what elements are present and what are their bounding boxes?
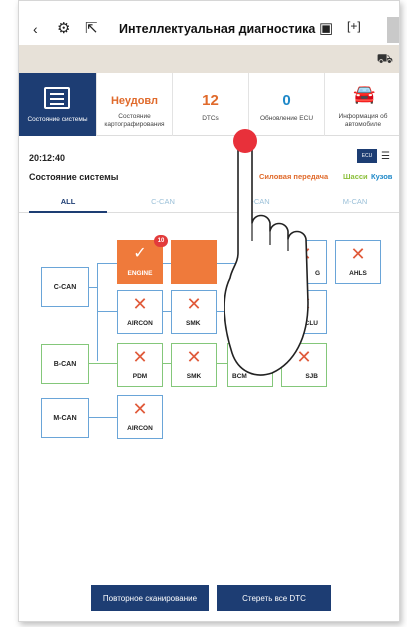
card-system-state[interactable]: Состояние системы (19, 73, 97, 136)
m-can-row (89, 417, 119, 418)
ecu-aircon-m[interactable]: ✕ AIRCON (117, 395, 163, 439)
ecu-smk-b-label: SMK (186, 373, 202, 380)
c-can-trunk (97, 263, 98, 361)
ecu-aircon-c[interactable]: ✕ AIRCON (117, 290, 163, 334)
page-title: Интеллектуальная диагностика (119, 22, 316, 36)
back-icon[interactable]: ‹ (33, 21, 38, 37)
list-view-icon[interactable]: ☰ (381, 151, 390, 162)
scan-time: 20:12:40 (29, 153, 66, 163)
car-icon[interactable]: ⛟ (377, 51, 393, 69)
ecu-view-toggle[interactable]: ECU (357, 149, 377, 163)
card-mapping-state[interactable]: Неудовл Состояние картографирования (97, 73, 173, 136)
ecu-engine[interactable]: ✓ ENGINE 10 (117, 235, 168, 284)
dtc-count: 12 (202, 92, 219, 109)
gear-icon[interactable]: ⚙ (57, 19, 70, 37)
ecu-aircon-c-label: AIRCON (127, 320, 153, 327)
ecu-update-label: Обновление ECU (259, 115, 314, 122)
ecu-error-2[interactable] (171, 240, 217, 284)
close-icon: ✕ (132, 347, 148, 367)
mapping-value: Неудовл (110, 95, 159, 107)
app-window: ‹ ⚙ ⇱ Интеллектуальная диагностика ▣ [+]… (18, 0, 400, 622)
close-icon: ✕ (186, 347, 202, 367)
expand-icon[interactable]: [+] (347, 19, 361, 33)
hand-pointer-icon (224, 129, 309, 376)
top-bar: ‹ ⚙ ⇱ Интеллектуальная диагностика ▣ [+] (19, 1, 399, 45)
mapping-label: Состояние картографирования (104, 113, 165, 128)
export-icon[interactable]: ⇱ (85, 19, 98, 37)
dtc-label: DTCs (202, 115, 219, 122)
ecu-aircon-m-label: AIRCON (127, 425, 153, 432)
tab-all[interactable]: ALL (38, 197, 98, 206)
clear-dtc-button[interactable]: Стереть все DTC (217, 585, 331, 611)
category-body[interactable]: Кузов (371, 172, 392, 181)
camera-icon[interactable]: ▣ (319, 19, 333, 37)
check-icon: ✓ (133, 245, 147, 262)
touch-point (233, 129, 257, 153)
ecu-engine-label: ENGINE (127, 270, 153, 277)
rescan-button[interactable]: Повторное сканирование (91, 585, 209, 611)
ecu-update-count: 0 (282, 92, 291, 109)
close-icon: ✕ (132, 294, 148, 314)
ecu-smk-b[interactable]: ✕ SMK (171, 343, 217, 387)
tab-c-can[interactable]: C-CAN (133, 197, 193, 206)
ecu-smk-c-label: SMK (186, 320, 201, 327)
section-title: Состояние системы (29, 172, 119, 182)
checklist-icon (44, 87, 70, 109)
close-icon: ✕ (186, 294, 202, 314)
close-icon: ✕ (132, 399, 148, 419)
card-system-state-label: Состояние системы (27, 116, 88, 123)
ecu-engine-dtc-badge: 10 (154, 235, 168, 247)
sub-toolbar (19, 45, 399, 73)
ecu-smk-c[interactable]: ✕ SMK (171, 290, 217, 334)
bus-c-can[interactable]: C-CAN (41, 267, 89, 307)
bus-m-can[interactable]: M-CAN (41, 398, 89, 438)
bus-b-can[interactable]: B-CAN (41, 344, 89, 384)
vehicle-info-icon: 🚘 (353, 84, 376, 104)
ecu-pdm-label: PDM (132, 373, 148, 380)
category-chassis[interactable]: Шасси (343, 172, 368, 181)
overflow-icon[interactable] (387, 17, 399, 43)
ecu-pdm[interactable]: ✕ PDM (117, 343, 163, 387)
c-can-link (89, 287, 97, 288)
